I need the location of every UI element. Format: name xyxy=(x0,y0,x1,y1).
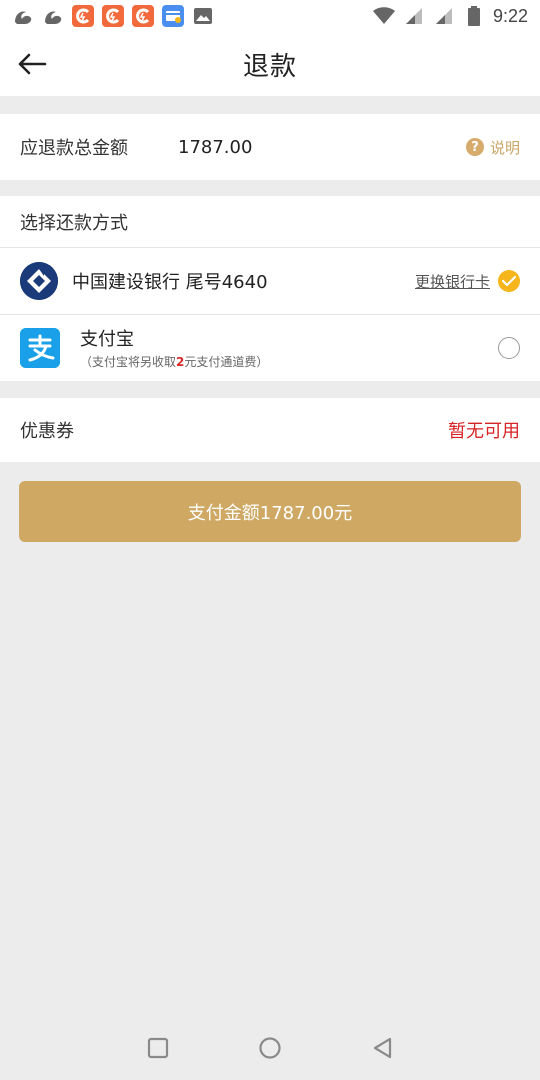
back-button[interactable] xyxy=(16,50,48,78)
notification-icons xyxy=(0,5,214,27)
clock-time: 9:22 xyxy=(492,5,528,26)
refund-total-label: 应退款总金额 xyxy=(20,138,128,159)
coupon-row[interactable]: 优惠券 暂无可用 xyxy=(0,398,540,462)
question-icon: ? xyxy=(465,138,484,156)
refund-total-row: 应退款总金额 1787.00 ? 说明 xyxy=(0,114,540,180)
payment-option-alipay[interactable]: 支付宝 （支付宝将另收取2元支付通道费） xyxy=(0,314,540,380)
alipay-note-suffix: 元支付通道费） xyxy=(184,355,269,369)
system-nav-bar xyxy=(0,1016,540,1080)
signal-icon xyxy=(403,5,425,27)
alipay-text: 支付宝 （支付宝将另收取2元支付通道费） xyxy=(80,325,268,370)
alipay-note-prefix: （支付宝将另收取 xyxy=(80,355,177,369)
triangle-back-icon xyxy=(373,1037,392,1059)
alipay-fee-note: （支付宝将另收取2元支付通道费） xyxy=(80,353,268,370)
app-c-icon xyxy=(132,5,154,27)
app-header: 退款 xyxy=(0,32,540,96)
refund-total-value: 1787.00 xyxy=(178,136,253,158)
app-c-icon xyxy=(72,5,94,27)
circle-icon xyxy=(259,1037,281,1059)
signal-icon xyxy=(433,5,455,27)
payment-method-section: 选择还款方式 中国建设银行 尾号4640 更换银行卡 支付宝 （支付宝将另收取2… xyxy=(0,196,540,381)
wifi-icon xyxy=(372,5,395,27)
alipay-icon xyxy=(20,327,60,368)
checkmark-selected-icon[interactable] xyxy=(498,270,520,292)
uc-browser-icon xyxy=(12,5,34,27)
coupon-status: 暂无可用 xyxy=(448,421,520,442)
alipay-name: 支付宝 xyxy=(80,329,134,350)
uc-browser-icon xyxy=(42,5,64,27)
page-title: 退款 xyxy=(242,51,297,82)
status-bar: 9:22 xyxy=(0,0,540,32)
recent-apps-button[interactable] xyxy=(142,1032,174,1064)
help-button[interactable]: ? 说明 xyxy=(465,137,520,158)
radio-unselected-icon[interactable] xyxy=(498,336,520,359)
battery-icon xyxy=(463,5,485,27)
square-icon xyxy=(147,1037,169,1059)
app-c-icon xyxy=(102,5,124,27)
system-icons: 9:22 xyxy=(372,5,540,27)
payment-option-bank[interactable]: 中国建设银行 尾号4640 更换银行卡 xyxy=(0,248,540,314)
home-button[interactable] xyxy=(254,1032,286,1064)
coupon-label: 优惠券 xyxy=(20,421,74,442)
help-label: 说明 xyxy=(489,138,520,157)
bank-card-name: 中国建设银行 尾号4640 xyxy=(72,272,268,293)
ccb-bank-icon xyxy=(20,262,58,300)
wallet-card-icon xyxy=(162,5,184,27)
pay-amount-button[interactable]: 支付金额1787.00元 xyxy=(19,481,521,542)
payment-method-title: 选择还款方式 xyxy=(0,196,540,248)
change-bank-card-link[interactable]: 更换银行卡 xyxy=(415,271,490,292)
refund-screen: 9:22 退款 应退款总金额 1787.00 ? 说明 选择还款方式 中国建设银… xyxy=(0,0,540,1080)
arrow-left-icon xyxy=(18,53,47,75)
image-icon xyxy=(192,5,214,27)
back-nav-button[interactable] xyxy=(366,1032,398,1064)
